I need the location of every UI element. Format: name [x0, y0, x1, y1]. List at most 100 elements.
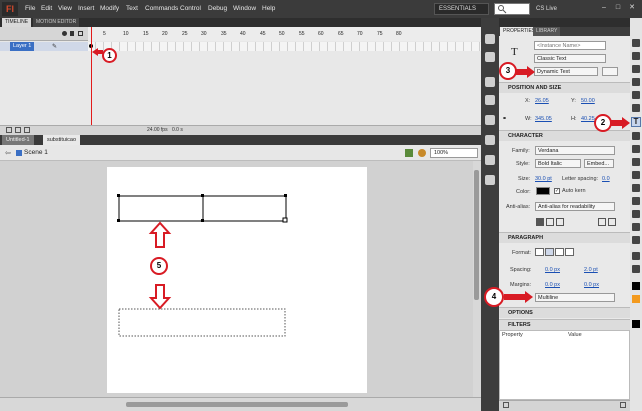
left-margin-value[interactable]: 0.0 px [545, 281, 560, 289]
tab-untitled-1[interactable]: Untitled-1 [2, 135, 34, 145]
indent-value[interactable]: 0.0 px [545, 266, 560, 274]
playhead[interactable] [91, 27, 92, 135]
vertical-scroll-thumb[interactable] [474, 170, 479, 300]
eye-icon[interactable] [62, 31, 67, 36]
resize-handle[interactable] [284, 194, 287, 197]
menu-control[interactable]: Control [180, 0, 201, 18]
section-character[interactable]: CHARACTER [499, 130, 630, 141]
auto-kern-checkbox[interactable]: ✓ [554, 188, 560, 194]
menu-debug[interactable]: Debug [208, 0, 227, 18]
resize-handle[interactable] [117, 194, 120, 197]
edit-scene-icon[interactable] [405, 149, 413, 157]
horizontal-scroll-thumb[interactable] [126, 402, 348, 407]
menu-view[interactable]: View [58, 0, 72, 18]
resize-handle[interactable] [201, 219, 204, 222]
section-filters[interactable]: FILTERS [499, 319, 630, 330]
zoom-tool-icon[interactable] [632, 265, 640, 273]
border-icon[interactable] [556, 218, 564, 226]
stroke-color-swatch[interactable] [632, 282, 640, 290]
cs-live-button[interactable]: CS Live [536, 3, 557, 15]
new-layer-icon[interactable] [6, 127, 12, 133]
add-filter-icon[interactable] [503, 402, 509, 408]
fill-color-swatch[interactable] [632, 295, 640, 303]
line-tool-icon[interactable] [632, 132, 640, 140]
menu-edit[interactable]: Edit [41, 0, 52, 18]
size-value[interactable]: 30.0 pt [535, 175, 552, 183]
menu-commands[interactable]: Commands [145, 0, 178, 18]
filters-list[interactable] [499, 330, 630, 400]
instance-name-input[interactable] [534, 41, 606, 50]
h-value[interactable]: 40.25 [581, 115, 595, 123]
anti-alias-select[interactable]: Anti-alias for readability [535, 202, 615, 211]
tab-motion-editor[interactable]: MOTION EDITOR [33, 18, 80, 27]
resize-handle[interactable] [201, 194, 204, 197]
x-value[interactable]: 26.05 [535, 97, 549, 105]
font-family-select[interactable]: Verdana [535, 146, 615, 155]
subscript-icon[interactable] [608, 218, 616, 226]
text-color-swatch[interactable] [536, 187, 550, 195]
menu-insert[interactable]: Insert [78, 0, 94, 18]
new-folder-icon[interactable] [15, 127, 21, 133]
back-arrow-icon[interactable]: ⇦ [5, 149, 11, 157]
selectable-icon[interactable] [536, 218, 544, 226]
letter-spacing-value[interactable]: 0.0 [602, 175, 610, 183]
w-value[interactable]: 345.05 [535, 115, 552, 123]
menu-file[interactable]: File [25, 0, 35, 18]
pencil-tool-icon[interactable] [632, 158, 640, 166]
library-icon[interactable] [485, 52, 495, 62]
workspace-switcher[interactable]: ESSENTIALS [434, 3, 489, 15]
free-transform-tool-icon[interactable] [632, 65, 640, 73]
text-engine-select[interactable]: Classic Text [534, 54, 606, 63]
align-right-icon[interactable] [555, 248, 564, 256]
color-icon[interactable] [485, 77, 495, 87]
menu-window[interactable]: Window [233, 0, 256, 18]
bone-tool-icon[interactable] [632, 197, 640, 205]
info-icon[interactable] [485, 135, 495, 145]
orientation-select[interactable] [602, 67, 618, 76]
menu-text[interactable]: Text [126, 0, 138, 18]
right-margin-value[interactable]: 0.0 px [584, 281, 599, 289]
minimize-icon[interactable]: – [600, 3, 608, 13]
tab-timeline[interactable]: TIMELINE [2, 18, 32, 27]
align-left-icon[interactable] [535, 248, 544, 256]
fps-value[interactable]: 24.00 fps [147, 125, 168, 135]
line-spacing-value[interactable]: 2.0 pt [584, 266, 598, 274]
font-style-select[interactable]: Bold Italic [535, 159, 581, 168]
section-paragraph[interactable]: PARAGRAPH [499, 232, 630, 243]
superscript-icon[interactable] [598, 218, 606, 226]
components-icon[interactable] [485, 175, 495, 185]
section-position-size[interactable]: POSITION AND SIZE [499, 82, 630, 93]
maximize-icon[interactable]: □ [614, 3, 622, 13]
section-options[interactable]: OPTIONS [499, 307, 630, 318]
lock-icon[interactable] [70, 31, 74, 36]
delete-layer-icon[interactable] [24, 127, 30, 133]
brush-tool-icon[interactable] [632, 171, 640, 179]
text-tool-icon[interactable]: T [631, 117, 641, 127]
selection-tool-icon[interactable] [632, 39, 640, 47]
pen-tool-icon[interactable] [632, 104, 640, 112]
tab-substituicao[interactable]: substituicao [43, 135, 81, 145]
properties-icon[interactable] [485, 34, 495, 44]
link-icon[interactable]: ⚭ [502, 115, 507, 122]
close-icon[interactable]: ✕ [628, 3, 636, 13]
deco-tool-icon[interactable] [632, 184, 640, 192]
menu-help[interactable]: Help [262, 0, 275, 18]
frame-ruler[interactable]: 5 10 15 20 25 30 35 40 45 50 55 60 65 70… [88, 27, 481, 41]
eraser-icon[interactable] [632, 236, 640, 244]
dashed-text-field[interactable] [118, 308, 286, 337]
text-type-select[interactable]: Dynamic Text [534, 67, 598, 76]
3d-rotation-tool-icon[interactable] [632, 78, 640, 86]
lasso-tool-icon[interactable] [632, 91, 640, 99]
default-colors-icon[interactable] [632, 320, 640, 328]
layer-frames[interactable] [88, 42, 481, 51]
text-field-resize-handle[interactable] [282, 217, 288, 223]
layer-name[interactable]: Layer 1 [10, 42, 35, 51]
menu-modify[interactable]: Modify [100, 0, 119, 18]
tab-library[interactable]: LIBRARY [533, 27, 561, 36]
hand-tool-icon[interactable] [632, 252, 640, 260]
eyedropper-icon[interactable] [632, 223, 640, 231]
render-html-icon[interactable] [546, 218, 554, 226]
resize-handle[interactable] [117, 219, 120, 222]
help-search-input[interactable] [494, 3, 530, 15]
align-icon[interactable] [485, 115, 495, 125]
